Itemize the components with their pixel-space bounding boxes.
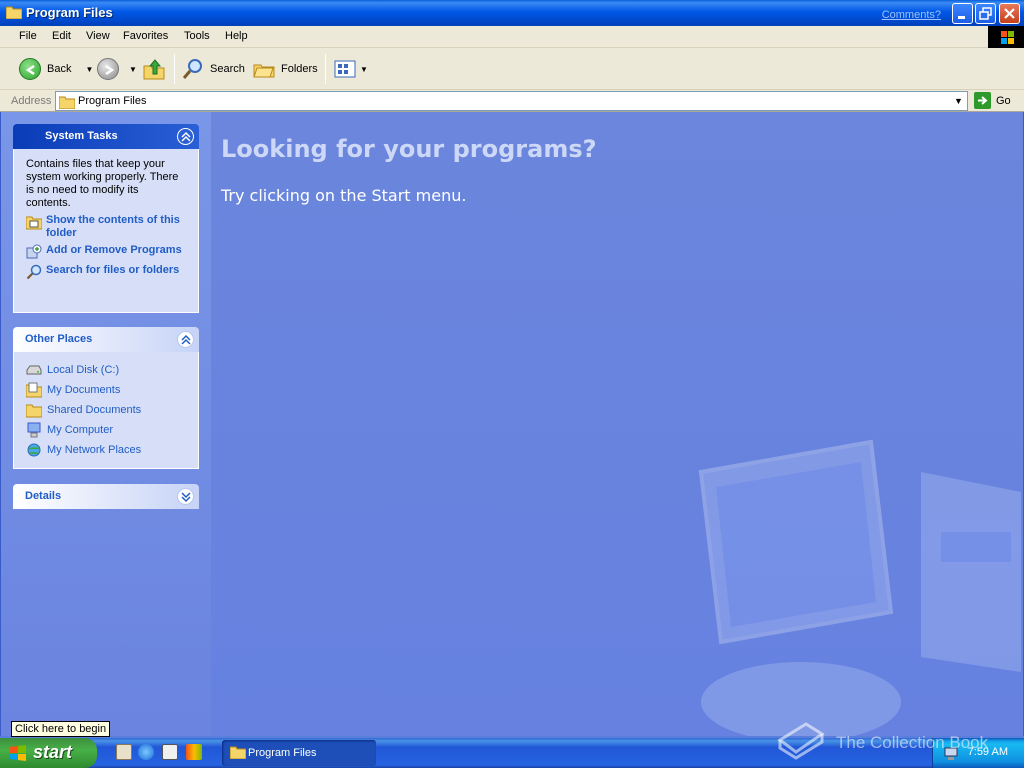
window-title: Program Files	[26, 5, 113, 20]
menu-view[interactable]: View	[86, 30, 110, 42]
folders-label: Folders	[281, 63, 318, 75]
back-label: Back	[47, 63, 72, 75]
my-documents-icon	[26, 382, 42, 398]
details-title: Details	[25, 490, 62, 502]
menu-edit[interactable]: Edit	[52, 30, 71, 42]
title-bar[interactable]: Program Files Comments?	[0, 0, 1024, 26]
folders-icon	[253, 64, 275, 78]
go-label: Go	[996, 94, 1011, 107]
menu-help[interactable]: Help	[225, 30, 248, 42]
add-remove-programs-icon	[26, 244, 42, 259]
network-icon	[27, 443, 41, 457]
local-disk-link[interactable]: Local Disk (C:)	[26, 360, 186, 380]
show-desktop-icon[interactable]	[116, 744, 132, 760]
other-places-title: Other Places	[25, 333, 93, 345]
start-label: start	[33, 742, 73, 762]
menu-tools[interactable]: Tools	[184, 30, 210, 42]
forward-button[interactable]: ▼	[97, 55, 137, 83]
go-arrow-icon	[974, 92, 991, 109]
forward-arrow-icon	[97, 58, 119, 80]
folder-description: Contains files that keep your system wor…	[26, 158, 179, 209]
windows-flag-icon	[10, 745, 26, 761]
disk-drive-icon	[26, 365, 42, 375]
address-dropdown-icon[interactable]: ▼	[950, 92, 967, 110]
views-button[interactable]: ▼	[334, 55, 368, 83]
restore-button[interactable]	[975, 3, 996, 24]
address-input[interactable]: Program Files ▼	[55, 91, 968, 111]
my-computer-link[interactable]: My Computer	[26, 420, 186, 440]
link-label: Add or Remove Programs	[46, 244, 182, 256]
link-label: My Computer	[47, 424, 114, 436]
start-button[interactable]: start	[0, 738, 97, 768]
main-content: Looking for your programs? Try clicking …	[211, 112, 1023, 736]
watermark-text: The Collection Book	[836, 733, 989, 752]
menu-file[interactable]: File	[19, 30, 37, 42]
page-heading: Looking for your programs?	[221, 135, 597, 163]
address-value: Program Files	[78, 95, 147, 107]
book-logo-icon	[777, 722, 825, 760]
search-icon	[26, 264, 42, 280]
folder-icon	[6, 6, 22, 19]
windows-logo-icon	[988, 26, 1024, 48]
address-bar: Address Program Files ▼ Go	[0, 90, 1024, 112]
taskbar-item-program-files[interactable]: Program Files	[222, 740, 376, 766]
shared-documents-link[interactable]: Shared Documents	[26, 400, 186, 420]
start-tooltip: Click here to begin	[11, 721, 111, 737]
outlook-express-icon[interactable]	[162, 744, 178, 760]
my-network-places-link[interactable]: My Network Places	[26, 440, 186, 460]
up-folder-button[interactable]	[143, 55, 165, 83]
back-button[interactable]: Back ▼	[19, 55, 93, 83]
search-button[interactable]: Search	[182, 55, 245, 83]
background-computer-illustration	[698, 439, 1021, 736]
close-button[interactable]	[999, 3, 1020, 24]
link-label: My Documents	[47, 384, 121, 396]
add-remove-programs-link[interactable]: Add or Remove Programs	[26, 244, 186, 260]
other-places-panel: Other Places Local Disk (C:) My Document…	[13, 327, 199, 469]
taskbar-item-label: Program Files	[248, 747, 317, 759]
folder-view-icon	[26, 216, 42, 230]
views-dropdown-icon[interactable]: ▼	[360, 65, 368, 74]
other-places-header[interactable]: Other Places	[13, 327, 199, 352]
back-arrow-icon	[19, 58, 41, 80]
collapse-chevron-icon[interactable]	[177, 331, 194, 348]
show-contents-link[interactable]: Show the contents of this folder	[26, 214, 186, 240]
system-tasks-header[interactable]: System Tasks	[13, 124, 199, 149]
menu-favorites[interactable]: Favorites	[123, 30, 168, 42]
up-folder-icon	[143, 59, 165, 80]
my-documents-link[interactable]: My Documents	[26, 380, 186, 400]
details-panel: Details	[13, 484, 199, 509]
comments-link[interactable]: Comments?	[882, 9, 941, 21]
search-files-link[interactable]: Search for files or folders	[26, 264, 186, 280]
views-icon	[334, 60, 356, 78]
toolbar: Back ▼ ▼ Search Folders ▼	[0, 48, 1024, 90]
folders-button[interactable]: Folders	[253, 55, 318, 83]
search-icon	[182, 59, 202, 79]
page-subtext: Try clicking on the Start menu.	[221, 186, 467, 205]
folder-icon	[59, 96, 75, 109]
menu-bar: File Edit View Favorites Tools Help	[0, 26, 1024, 48]
search-label: Search	[210, 63, 245, 75]
address-label: Address	[11, 95, 52, 107]
link-label: Local Disk (C:)	[47, 364, 120, 376]
folder-icon	[26, 404, 42, 418]
expand-chevron-icon[interactable]	[177, 488, 194, 505]
internet-explorer-icon[interactable]	[138, 744, 154, 760]
system-tasks-panel: System Tasks Contains files that keep yo…	[13, 124, 199, 313]
go-button[interactable]: Go	[974, 92, 1011, 109]
link-label: Shared Documents	[47, 404, 142, 416]
link-label: Search for files or folders	[46, 264, 180, 276]
media-player-icon[interactable]	[186, 744, 202, 760]
details-header[interactable]: Details	[13, 484, 199, 509]
computer-icon	[27, 422, 41, 438]
forward-dropdown-icon[interactable]: ▼	[129, 65, 137, 74]
system-tasks-title: System Tasks	[45, 130, 118, 142]
link-label: Show the contents of this folder	[46, 214, 180, 239]
collapse-chevron-icon[interactable]	[177, 128, 194, 145]
folder-icon	[230, 746, 246, 759]
link-label: My Network Places	[47, 444, 142, 456]
back-dropdown-icon[interactable]: ▼	[85, 65, 93, 74]
minimize-button[interactable]	[952, 3, 973, 24]
task-pane: System Tasks Contains files that keep yo…	[0, 112, 211, 736]
